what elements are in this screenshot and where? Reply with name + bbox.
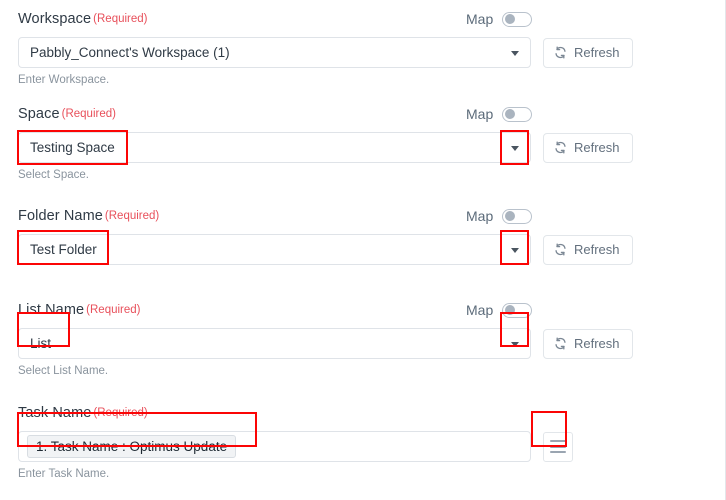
chevron-down-icon[interactable] (511, 145, 519, 151)
refresh-label-folder: Refresh (574, 242, 620, 257)
space-select-value: Testing Space (30, 140, 115, 155)
task-name-menu-button[interactable] (543, 431, 573, 462)
refresh-icon (555, 141, 566, 154)
list-name-select[interactable]: List (18, 328, 531, 359)
field-list-name-required: (Required) (86, 304, 141, 316)
field-list-name-control: List Refresh (18, 328, 708, 359)
refresh-button-folder[interactable]: Refresh (543, 234, 633, 265)
refresh-label-list: Refresh (574, 336, 620, 351)
field-space-required: (Required) (61, 108, 116, 120)
refresh-icon (555, 337, 566, 350)
hamburger-icon-line (550, 450, 566, 454)
folder-name-select[interactable]: Test Folder (18, 234, 531, 265)
field-folder-name: Folder Name (Required) Map Test Folder R… (18, 205, 708, 265)
field-task-name: Task Name (Required) 1. Task Name : Opti… (18, 402, 708, 480)
field-workspace: Workspace (Required) Map Pabbly_Connect'… (18, 0, 708, 86)
field-workspace-control: Pabbly_Connect's Workspace (1) Refresh (18, 37, 708, 68)
toggle-knob (504, 14, 515, 24)
mapped-value-chip[interactable]: 1. Task Name : Optimus Update (27, 435, 237, 458)
field-task-name-control: 1. Task Name : Optimus Update (18, 431, 708, 462)
chevron-down-icon[interactable] (511, 341, 519, 347)
field-list-name-helper: Select List Name. (18, 365, 109, 377)
field-workspace-required: (Required) (93, 13, 148, 25)
workspace-select-value: Pabbly_Connect's Workspace (1) (30, 45, 230, 60)
map-label-workspace: Map (466, 11, 494, 27)
field-task-name-required: (Required) (93, 407, 148, 419)
field-task-name-label: Task Name (18, 405, 92, 421)
list-name-select-value: List (30, 336, 52, 351)
field-list-name-label: List Name (18, 302, 85, 318)
field-space-header: Space (Required) Map (18, 103, 708, 125)
map-toggle-workspace-wrap: Map (466, 11, 533, 27)
form-fields: Workspace (Required) Map Pabbly_Connect'… (18, 0, 708, 500)
refresh-icon (555, 243, 566, 256)
field-space: Space (Required) Map Testing Space Refre… (18, 103, 708, 181)
map-label-folder: Map (466, 208, 494, 224)
field-task-name-header: Task Name (Required) (18, 402, 708, 424)
task-name-input[interactable]: 1. Task Name : Optimus Update (18, 431, 531, 462)
map-toggle-folder-wrap: Map (466, 208, 533, 224)
field-folder-name-header: Folder Name (Required) Map (18, 205, 708, 227)
map-toggle-folder[interactable] (502, 208, 533, 224)
hamburger-icon-line (550, 439, 566, 443)
map-toggle-space-wrap: Map (466, 106, 533, 122)
refresh-button-list[interactable]: Refresh (543, 328, 633, 359)
field-folder-name-control: Test Folder Refresh (18, 234, 708, 265)
chevron-down-icon[interactable] (511, 247, 519, 253)
hamburger-icon-line (550, 445, 566, 448)
toggle-knob (504, 109, 515, 119)
field-space-helper: Select Space. (18, 169, 89, 181)
refresh-label-workspace: Refresh (574, 45, 620, 60)
form-panel: Workspace (Required) Map Pabbly_Connect'… (0, 0, 726, 500)
field-list-name-header: List Name (Required) Map (18, 299, 708, 321)
map-label-space: Map (466, 106, 494, 122)
map-toggle-space[interactable] (502, 106, 533, 122)
field-space-label: Space (18, 106, 60, 122)
map-label-list: Map (466, 302, 494, 318)
folder-name-select-value: Test Folder (30, 242, 97, 257)
field-folder-name-label: Folder Name (18, 208, 103, 224)
field-workspace-header: Workspace (Required) Map (18, 8, 708, 30)
field-folder-name-required: (Required) (104, 210, 160, 222)
refresh-label-space: Refresh (574, 140, 620, 155)
map-toggle-workspace[interactable] (502, 11, 533, 27)
workspace-select[interactable]: Pabbly_Connect's Workspace (1) (18, 37, 531, 68)
field-space-control: Testing Space Refresh (18, 132, 708, 163)
field-list-name: List Name (Required) Map List Refresh Se… (18, 299, 708, 377)
refresh-icon (555, 46, 566, 59)
map-toggle-list[interactable] (502, 302, 533, 318)
field-task-name-helper: Enter Task Name. (18, 468, 110, 480)
field-workspace-helper: Enter Workspace. (18, 74, 110, 86)
field-workspace-label: Workspace (18, 11, 92, 27)
space-select[interactable]: Testing Space (18, 132, 531, 163)
chevron-down-icon[interactable] (511, 50, 519, 56)
toggle-knob (504, 211, 515, 221)
toggle-knob (504, 305, 515, 315)
refresh-button-space[interactable]: Refresh (543, 132, 633, 163)
map-toggle-list-wrap: Map (466, 302, 533, 318)
refresh-button-workspace[interactable]: Refresh (543, 37, 633, 68)
